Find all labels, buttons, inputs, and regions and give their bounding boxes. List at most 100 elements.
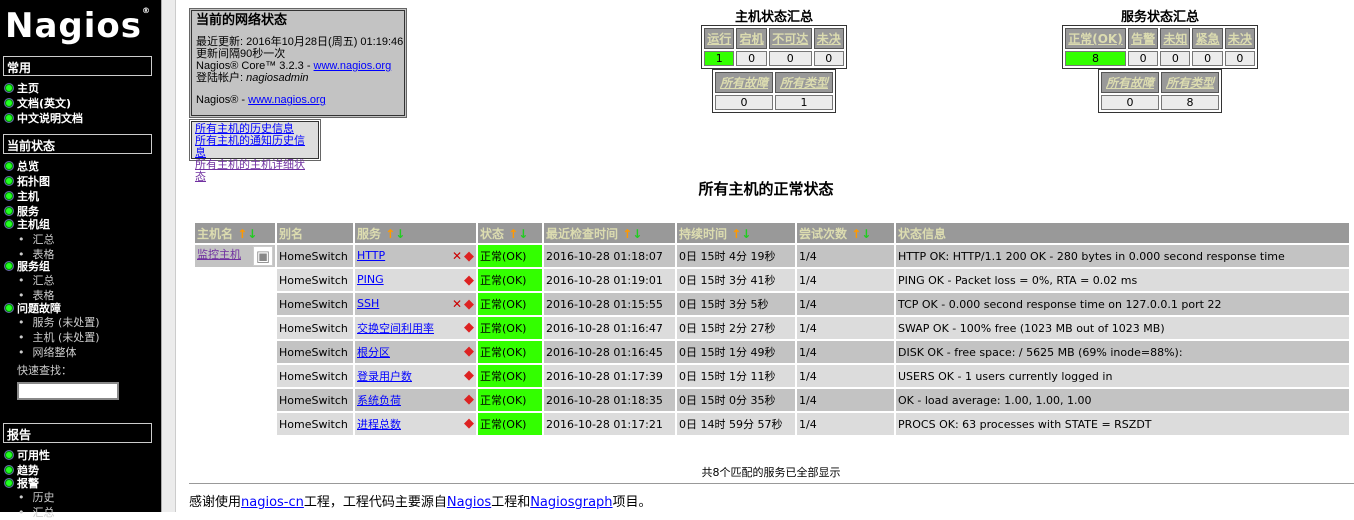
s-header-0[interactable]: 正常(OK) xyxy=(1065,28,1126,49)
bullet-icon xyxy=(4,161,14,171)
graph-icon[interactable]: ◆ xyxy=(464,273,474,288)
s-value-0[interactable]: 8 xyxy=(1065,51,1126,66)
h-total-header-1[interactable]: 所有类型 xyxy=(775,72,833,93)
last-check: 2016-10-28 01:15:55 xyxy=(544,293,675,315)
status-info: PROCS OK: 63 processes with STATE = RSZD… xyxy=(896,413,1349,435)
sort-desc-icon[interactable]: ↓ xyxy=(741,227,751,241)
nav-map[interactable]: 拓扑图 xyxy=(4,173,50,189)
service-link[interactable]: 交换空间利用率 xyxy=(357,322,434,335)
nav-docs[interactable]: 文档(英文) xyxy=(4,95,71,111)
status-info: USERS OK - 1 users currently logged in xyxy=(896,365,1349,387)
s-value-3[interactable]: 0 xyxy=(1192,51,1223,66)
alias-cell: HomeSwitch xyxy=(277,245,353,267)
nav-cn-docs[interactable]: 中文说明文档 xyxy=(4,110,83,126)
table-row: HomeSwitch ◆ 登录用户数 正常(OK) 2016-10-28 01:17:3… xyxy=(195,365,1349,387)
graph-icon[interactable]: ◆ xyxy=(464,297,474,312)
sort-asc-icon[interactable]: ↑ xyxy=(504,227,518,241)
sort-desc-icon[interactable]: ↓ xyxy=(518,227,528,241)
quick-search-input[interactable] xyxy=(17,382,119,400)
nav-hosts[interactable]: 主机 xyxy=(4,188,39,204)
nav-overview[interactable]: 总览 xyxy=(4,158,39,174)
service-link[interactable]: SSH xyxy=(357,297,379,310)
service-link[interactable]: PING xyxy=(357,273,384,286)
host-detail-link[interactable]: 所有主机的主机详细状态 xyxy=(195,158,305,183)
login-user: nagiosadmin xyxy=(246,72,309,84)
notifications-disabled-icon: ✕ xyxy=(451,296,462,311)
h-header-0[interactable]: 运行 xyxy=(704,28,735,49)
service-link[interactable]: HTTP xyxy=(357,249,385,262)
nav-servicegroup-summary[interactable]: 汇总 xyxy=(18,272,55,288)
sort-asc-icon[interactable]: ↑ xyxy=(381,227,395,241)
bullet-icon xyxy=(4,176,14,186)
sort-desc-icon[interactable]: ↓ xyxy=(395,227,405,241)
nav-alert-history[interactable]: 历史 xyxy=(18,489,55,505)
nagios-logo[interactable]: Nagios® xyxy=(5,6,151,46)
h-value-1[interactable]: 0 xyxy=(736,51,767,66)
sort-asc-icon[interactable]: ↑ xyxy=(847,227,861,241)
graph-icon[interactable]: ◆ xyxy=(464,416,474,431)
nagiosgraph-link[interactable]: Nagiosgraph xyxy=(530,495,612,510)
sort-asc-icon[interactable]: ↑ xyxy=(233,227,247,241)
attempt: 1/4 xyxy=(797,269,894,291)
nav-home[interactable]: 主页 xyxy=(4,80,39,96)
h-total-header-0[interactable]: 所有故障 xyxy=(715,72,773,93)
nav-hostgroups[interactable]: 主机组 xyxy=(4,216,50,232)
nagios-link[interactable]: www.nagios.org xyxy=(314,60,392,72)
bullet-icon xyxy=(4,261,14,271)
s-total-header-0[interactable]: 所有故障 xyxy=(1101,72,1159,93)
sort-desc-icon[interactable]: ↓ xyxy=(632,227,642,241)
nagios-link-2[interactable]: www.nagios.org xyxy=(248,94,326,106)
s-total-0[interactable]: 0 xyxy=(1101,95,1159,110)
s-value-2[interactable]: 0 xyxy=(1160,51,1191,66)
s-header-2[interactable]: 未知 xyxy=(1160,28,1191,49)
s-value-1[interactable]: 0 xyxy=(1127,51,1159,66)
h-header-1[interactable]: 宕机 xyxy=(736,28,767,49)
s-header-4[interactable]: 未决 xyxy=(1224,28,1255,49)
h-value-2[interactable]: 0 xyxy=(768,51,812,66)
col-header-5: 持续时间 ↑↓ xyxy=(677,223,795,243)
sort-desc-icon[interactable]: ↓ xyxy=(861,227,871,241)
graph-icon[interactable]: ◆ xyxy=(464,320,474,335)
service-link[interactable]: 根分区 xyxy=(357,346,390,359)
nagios-cn-link[interactable]: nagios-cn xyxy=(241,495,304,510)
graph-icon[interactable]: ◆ xyxy=(464,249,474,264)
h-total-1[interactable]: 1 xyxy=(775,95,833,110)
service-link[interactable]: 登录用户数 xyxy=(357,370,412,383)
sort-asc-icon[interactable]: ↑ xyxy=(618,227,632,241)
s-value-4[interactable]: 0 xyxy=(1224,51,1255,66)
nav-availability[interactable]: 可用性 xyxy=(4,447,50,463)
alias-cell: HomeSwitch xyxy=(277,317,353,339)
nav-unhandled-hosts[interactable]: 主机 (未处置) xyxy=(18,329,100,345)
service-status-table: 主机名 ↑↓ 别名 服务 ↑↓ 状态 ↑↓ 最近检查时间 ↑↓ 持续时间 ↑↓ 尝试次数 ↑… xyxy=(193,221,1351,437)
h-value-0[interactable]: 1 xyxy=(704,51,735,66)
graph-icon[interactable]: ◆ xyxy=(464,368,474,383)
nav-network-outages[interactable]: 网络整体 xyxy=(18,344,77,360)
graph-icon[interactable]: ◆ xyxy=(464,344,474,359)
s-header-3[interactable]: 紧急 xyxy=(1192,28,1223,49)
s-total-1[interactable]: 8 xyxy=(1161,95,1219,110)
nav-hostgroup-summary[interactable]: 汇总 xyxy=(18,231,55,247)
h-total-0[interactable]: 0 xyxy=(715,95,773,110)
sort-desc-icon[interactable]: ↓ xyxy=(247,227,257,241)
table-row: 监控主机 ▣ HomeSwitch ◆ ✕ HTTP 正常(OK) 2016-10-28 01… xyxy=(195,245,1349,267)
h-value-3[interactable]: 0 xyxy=(813,51,844,66)
h-header-3[interactable]: 未决 xyxy=(813,28,844,49)
sidebar-scrollbar[interactable] xyxy=(161,0,176,512)
host-link[interactable]: 监控主机 xyxy=(197,248,241,261)
section-reports: 报告 xyxy=(3,423,152,443)
col-header-label: 服务 xyxy=(357,226,382,241)
nagios-link-3[interactable]: Nagios xyxy=(447,495,491,510)
service-link[interactable]: 系统负荷 xyxy=(357,394,401,407)
service-link[interactable]: 进程总数 xyxy=(357,418,401,431)
h-header-2[interactable]: 不可达 xyxy=(768,28,812,49)
nav-unhandled-services[interactable]: 服务 (未处置) xyxy=(18,314,100,330)
host-notifications-link[interactable]: 所有主机的通知历史信息 xyxy=(195,134,305,159)
nav-alert-summary[interactable]: 汇总 xyxy=(18,504,55,520)
s-total-header-1[interactable]: 所有类型 xyxy=(1161,72,1219,93)
last-check: 2016-10-28 01:16:45 xyxy=(544,341,675,363)
attempt: 1/4 xyxy=(797,341,894,363)
sort-asc-icon[interactable]: ↑ xyxy=(727,227,741,241)
s-header-1[interactable]: 告警 xyxy=(1127,28,1159,49)
graph-icon[interactable]: ◆ xyxy=(464,392,474,407)
status-badge: 正常(OK) xyxy=(478,365,542,387)
